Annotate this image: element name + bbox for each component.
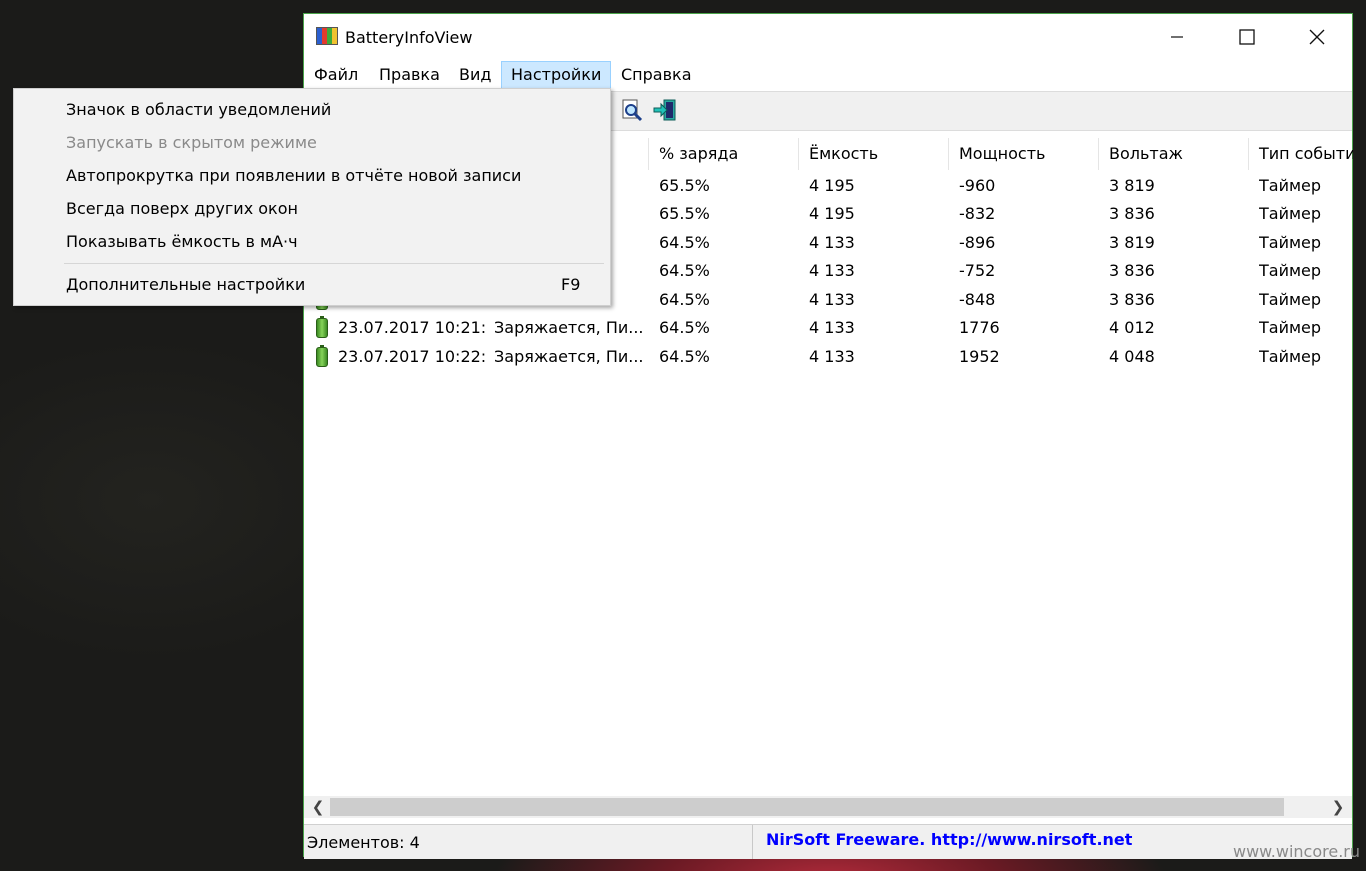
cell-voltage: 4 048 xyxy=(1109,347,1155,366)
column-header-power[interactable]: Мощность xyxy=(949,138,1099,170)
menu-item-autoscroll[interactable]: Автопрокрутка при появлении в отчёте нов… xyxy=(14,159,610,192)
cell-voltage: 4 012 xyxy=(1109,318,1155,337)
column-header-capacity[interactable]: Ёмкость xyxy=(799,138,949,170)
cell-capacity: 4 133 xyxy=(809,347,855,366)
cell-date: 23.07.2017 10:21:... xyxy=(338,318,486,337)
cell-event-type: Таймер xyxy=(1259,204,1322,223)
cell-power: 1776 xyxy=(959,318,1000,337)
cell-event-type: Таймер xyxy=(1259,233,1322,252)
menu-item-tray-icon[interactable]: Значок в области уведомлений xyxy=(14,93,610,126)
menu-settings[interactable]: Настройки xyxy=(501,61,612,89)
cell-power: -960 xyxy=(959,176,996,195)
cell-charge: 65.5% xyxy=(659,176,710,195)
menu-item-always-on-top[interactable]: Всегда поверх других окон xyxy=(14,192,610,225)
cell-status: Заряжается, Пи... xyxy=(494,347,642,366)
menu-item-label: Запускать в скрытом режиме xyxy=(66,133,317,152)
cell-charge: 64.5% xyxy=(659,261,710,280)
menu-item-start-hidden[interactable]: Запускать в скрытом режиме xyxy=(14,126,610,159)
column-header-event-type[interactable]: Тип событи xyxy=(1249,138,1353,170)
scroll-right-arrow-icon[interactable]: ❯ xyxy=(1326,796,1350,818)
cell-charge: 64.5% xyxy=(659,290,710,309)
scroll-left-arrow-icon[interactable]: ❮ xyxy=(306,796,330,818)
cell-event-type: Таймер xyxy=(1259,290,1322,309)
cell-voltage: 3 836 xyxy=(1109,290,1155,309)
cell-power: -752 xyxy=(959,261,996,280)
watermark: www.wincore.ru xyxy=(1233,842,1361,861)
cell-date: 23.07.2017 10:22:... xyxy=(338,347,486,366)
table-row[interactable]: 23.07.2017 10:21:... Заряжается, Пи... 6… xyxy=(304,314,1352,342)
app-battery-icon xyxy=(316,27,338,45)
battery-icon xyxy=(316,345,328,367)
status-divider xyxy=(752,825,753,859)
menu-item-label: Всегда поверх других окон xyxy=(66,199,298,218)
cell-charge: 64.5% xyxy=(659,233,710,252)
maximize-button[interactable] xyxy=(1212,14,1282,60)
cell-event-type: Таймер xyxy=(1259,347,1322,366)
status-bar: Элементов: 4 NirSoft Freeware. http://ww… xyxy=(304,824,1352,859)
cell-capacity: 4 133 xyxy=(809,233,855,252)
cell-charge: 64.5% xyxy=(659,347,710,366)
menu-item-shortcut: F9 xyxy=(561,275,581,294)
cell-voltage: 3 836 xyxy=(1109,204,1155,223)
exit-icon[interactable] xyxy=(653,98,677,122)
cell-event-type: Таймер xyxy=(1259,176,1322,195)
menu-item-advanced-options[interactable]: Дополнительные настройки F9 xyxy=(14,268,610,301)
cell-charge: 65.5% xyxy=(659,204,710,223)
cell-power: -832 xyxy=(959,204,996,223)
cell-power: -896 xyxy=(959,233,996,252)
minimize-button[interactable] xyxy=(1142,14,1212,60)
cell-capacity: 4 195 xyxy=(809,176,855,195)
horizontal-scrollbar[interactable]: ❮ ❯ xyxy=(304,796,1352,818)
menu-item-label: Показывать ёмкость в мА·ч xyxy=(66,232,298,251)
cell-status: Заряжается, Пи... xyxy=(494,318,642,337)
cell-voltage: 3 819 xyxy=(1109,176,1155,195)
settings-menu-dropdown: Значок в области уведомлений Запускать в… xyxy=(13,88,611,306)
menu-item-label: Автопрокрутка при появлении в отчёте нов… xyxy=(66,166,522,185)
cell-event-type: Таймер xyxy=(1259,261,1322,280)
close-button[interactable] xyxy=(1282,14,1352,60)
title-bar[interactable]: BatteryInfoView xyxy=(304,14,1352,60)
minimize-icon xyxy=(1171,36,1183,38)
menu-view[interactable]: Вид xyxy=(450,61,500,89)
nirsoft-link[interactable]: NirSoft Freeware. http://www.nirsoft.net xyxy=(766,830,1132,849)
cell-capacity: 4 195 xyxy=(809,204,855,223)
menu-file[interactable]: Файл xyxy=(305,61,367,89)
cell-capacity: 4 133 xyxy=(809,318,855,337)
battery-icon xyxy=(316,316,328,338)
menu-separator xyxy=(64,263,604,264)
cell-charge: 64.5% xyxy=(659,318,710,337)
column-header-voltage[interactable]: Вольтаж xyxy=(1099,138,1249,170)
window-title: BatteryInfoView xyxy=(345,28,473,47)
scroll-thumb[interactable] xyxy=(330,798,1284,816)
column-header-charge[interactable]: % заряда xyxy=(649,138,799,170)
cell-voltage: 3 836 xyxy=(1109,261,1155,280)
item-count: Элементов: 4 xyxy=(307,833,420,852)
find-icon[interactable] xyxy=(620,98,644,122)
menu-bar: Файл Правка Вид Настройки Справка xyxy=(304,60,1352,90)
cell-voltage: 3 819 xyxy=(1109,233,1155,252)
table-row[interactable]: 23.07.2017 10:22:... Заряжается, Пи... 6… xyxy=(304,343,1352,371)
menu-help[interactable]: Справка xyxy=(612,61,701,89)
close-icon xyxy=(1309,29,1325,45)
menu-item-capacity-mah[interactable]: Показывать ёмкость в мА·ч xyxy=(14,225,610,258)
maximize-icon xyxy=(1239,29,1255,45)
menu-item-label: Значок в области уведомлений xyxy=(66,100,332,119)
cell-power: 1952 xyxy=(959,347,1000,366)
menu-edit[interactable]: Правка xyxy=(370,61,449,89)
cell-event-type: Таймер xyxy=(1259,318,1322,337)
cell-power: -848 xyxy=(959,290,996,309)
menu-item-label: Дополнительные настройки xyxy=(66,275,306,294)
cell-capacity: 4 133 xyxy=(809,261,855,280)
cell-capacity: 4 133 xyxy=(809,290,855,309)
